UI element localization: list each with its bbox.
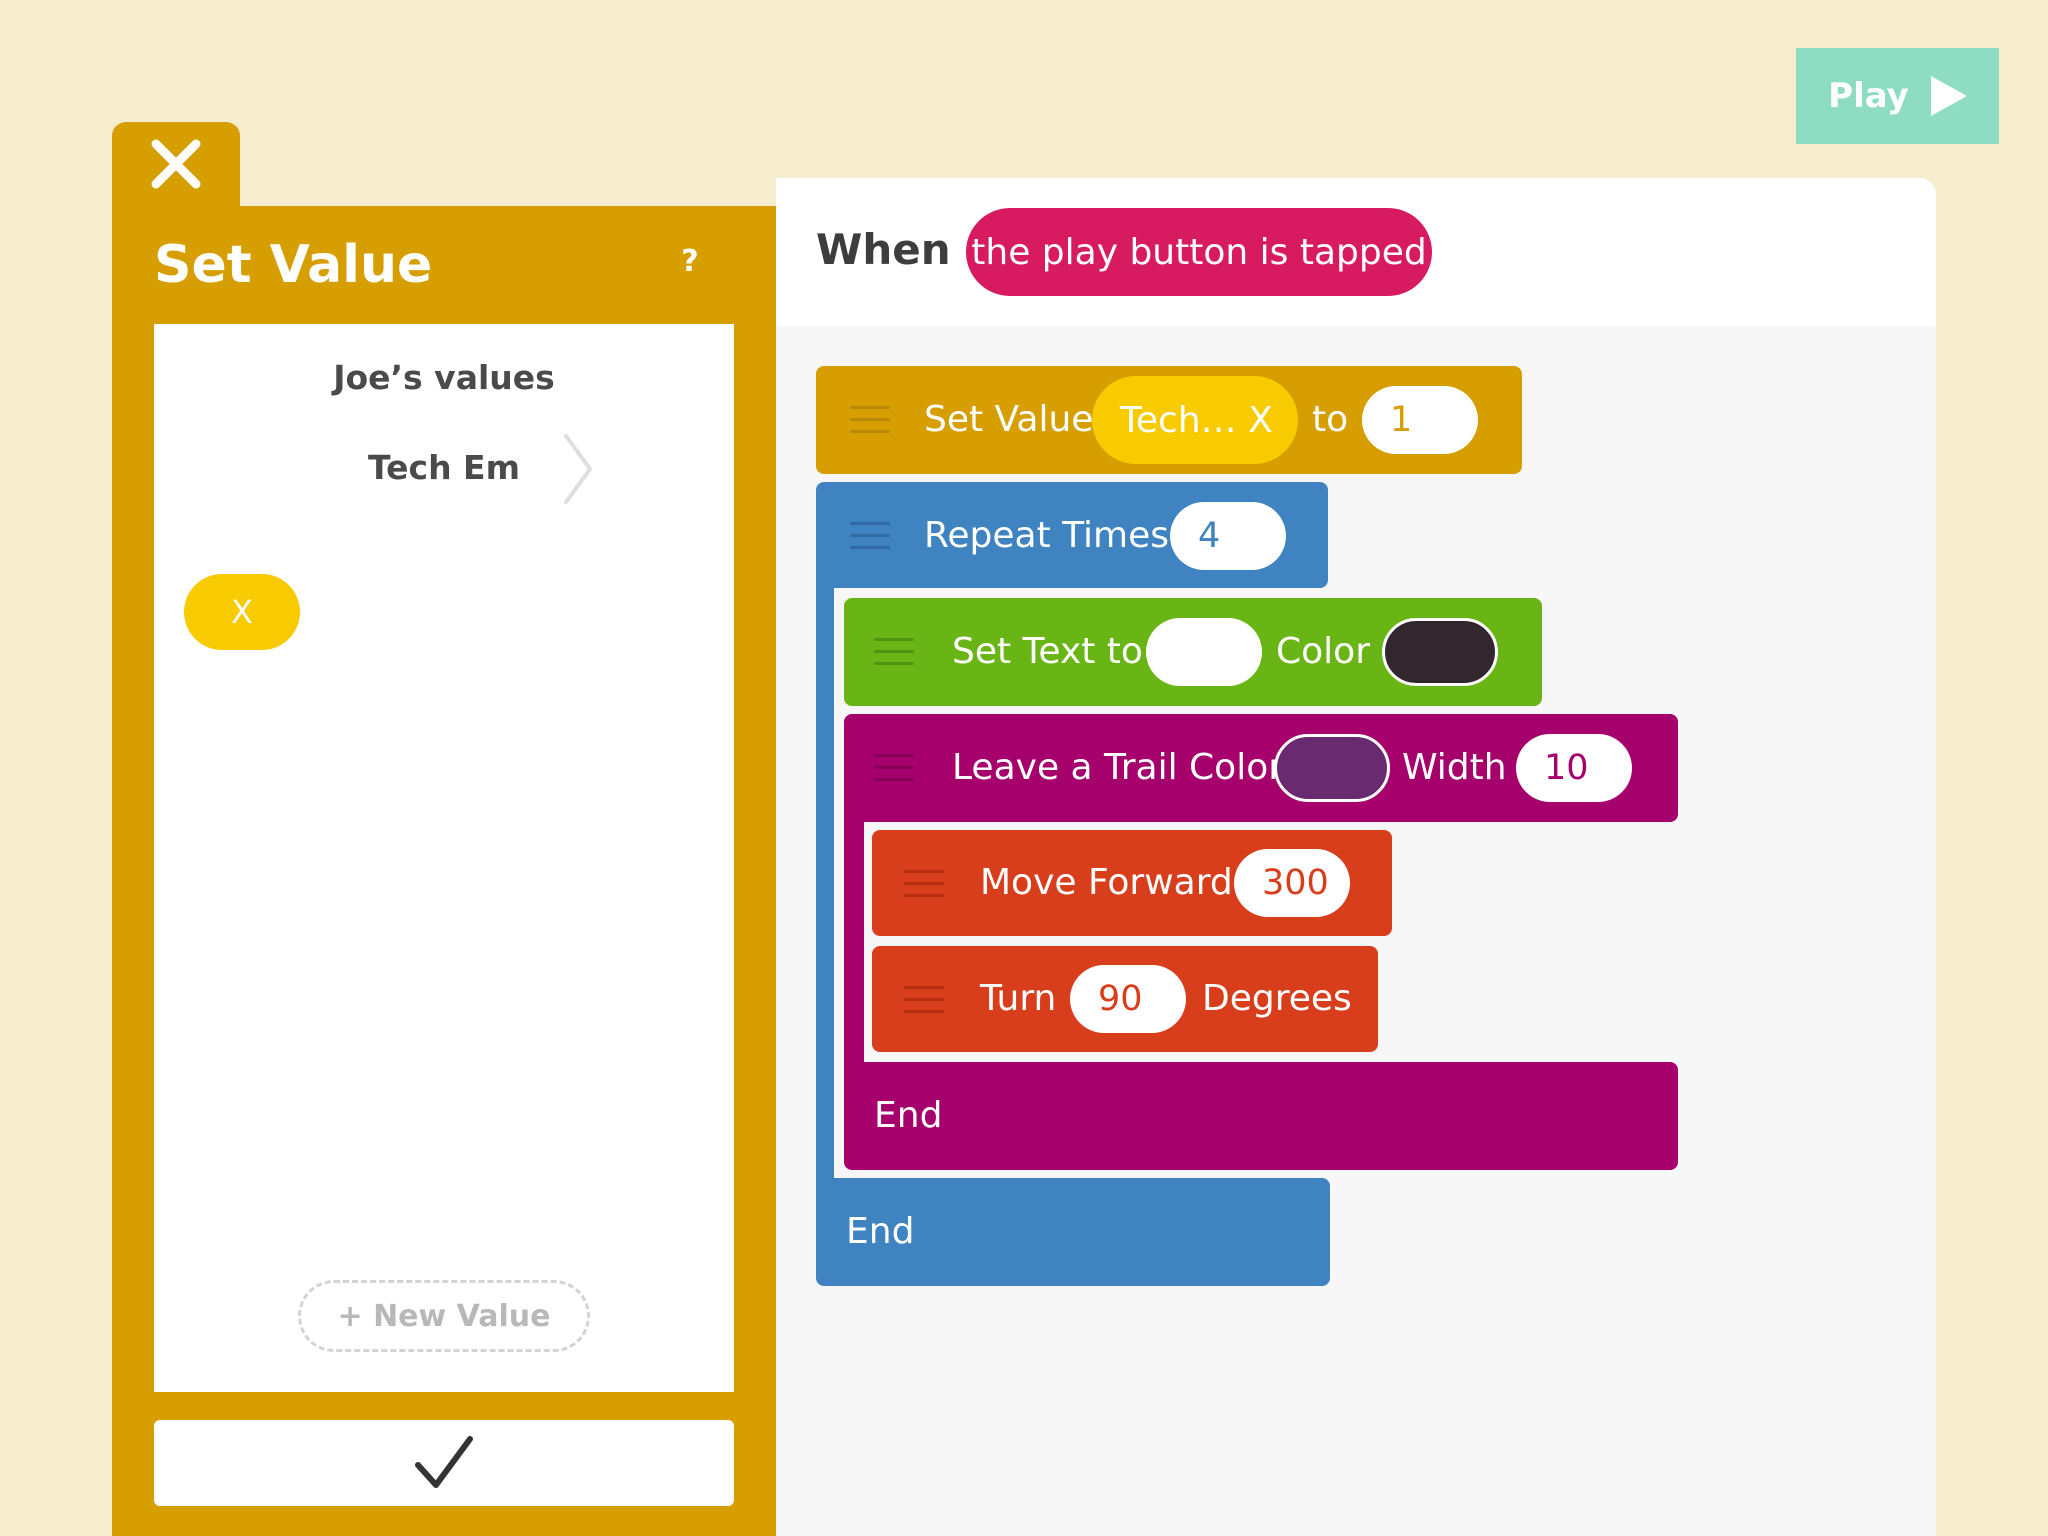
repeat-end-block[interactable]: End [816, 1178, 1330, 1286]
leave-trail-end-block[interactable]: End [844, 1062, 1678, 1170]
drag-handle-icon[interactable] [904, 870, 944, 900]
move-forward-block[interactable]: Move Forward 300 [872, 830, 1392, 936]
text-input[interactable] [1146, 618, 1262, 686]
checkmark-icon [415, 1436, 473, 1488]
degrees-label: Degrees [1202, 978, 1352, 1019]
chevron-right-icon[interactable] [562, 432, 596, 506]
turn-block[interactable]: Turn 90 Degrees [872, 946, 1378, 1052]
play-button[interactable]: Play [1796, 48, 1999, 144]
drag-handle-icon[interactable] [874, 638, 914, 668]
new-value-button[interactable]: + New Value [298, 1280, 590, 1352]
panel-title: Set Value [154, 235, 433, 295]
drag-handle-icon[interactable] [904, 986, 944, 1016]
set-text-block[interactable]: Set Text to Color [844, 598, 1542, 706]
play-button-label: Play [1828, 76, 1909, 116]
width-label: Width [1402, 747, 1507, 788]
value-input[interactable]: 1 [1362, 386, 1478, 454]
repeat-block[interactable]: Repeat Times 4 [816, 482, 1328, 588]
move-forward-label: Move Forward [980, 862, 1233, 903]
drag-handle-icon[interactable] [850, 406, 890, 436]
leave-trail-block-arm [844, 815, 864, 1085]
to-label: to [1312, 399, 1349, 440]
repeat-block-label: Repeat Times [924, 515, 1170, 556]
play-icon [1930, 76, 1967, 116]
confirm-button[interactable] [154, 1420, 734, 1506]
variable-pill[interactable]: X [184, 574, 300, 650]
drag-handle-icon[interactable] [850, 522, 890, 552]
set-value-block-label: Set Value [924, 399, 1094, 440]
help-button[interactable]: ? [674, 242, 706, 282]
trail-color-swatch[interactable] [1274, 734, 1390, 802]
leave-trail-block-label: Leave a Trail Color [952, 747, 1284, 788]
drag-handle-icon[interactable] [874, 754, 914, 784]
set-text-block-label: Set Text to [952, 631, 1143, 672]
when-label: When [816, 225, 951, 274]
set-value-block[interactable]: Set Value Tech… X to 1 [816, 366, 1522, 474]
owner-heading: Joe’s values [333, 358, 555, 397]
close-icon[interactable] [150, 138, 202, 190]
set-text-color-label: Color [1276, 631, 1370, 672]
turn-degrees-input[interactable]: 90 [1070, 965, 1186, 1033]
repeat-times-input[interactable]: 4 [1170, 502, 1286, 570]
turn-label: Turn [980, 978, 1057, 1019]
trigger-pill[interactable]: the play button is tapped [966, 208, 1432, 296]
value-group-name: Tech Em [368, 448, 520, 487]
variable-slot[interactable]: Tech… X [1092, 376, 1298, 464]
move-distance-input[interactable]: 300 [1234, 849, 1350, 917]
trail-width-input[interactable]: 10 [1516, 734, 1632, 802]
text-color-swatch[interactable] [1382, 618, 1498, 686]
repeat-block-arm [816, 580, 834, 1200]
leave-trail-end-label: End [874, 1095, 943, 1136]
leave-trail-block[interactable]: Leave a Trail Color Width 10 [844, 714, 1678, 822]
repeat-end-label: End [846, 1211, 915, 1252]
